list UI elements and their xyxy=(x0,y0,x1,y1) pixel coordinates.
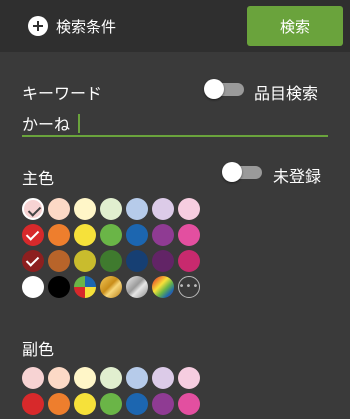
main-color-swatch[interactable] xyxy=(100,198,122,220)
search-button[interactable]: 検索 xyxy=(247,6,343,46)
main-color-swatch[interactable] xyxy=(178,224,200,246)
plus-icon xyxy=(28,16,48,36)
sub-color-swatch[interactable] xyxy=(152,367,174,389)
sub-color-swatch[interactable] xyxy=(126,367,148,389)
main-color-swatch[interactable] xyxy=(126,224,148,246)
sub-color-swatch[interactable] xyxy=(22,393,44,415)
sub-color-row xyxy=(22,393,200,415)
sub-color-swatch[interactable] xyxy=(48,393,70,415)
search-conditions-button[interactable]: 検索条件 xyxy=(28,14,116,38)
main-color-swatch[interactable] xyxy=(22,276,44,298)
main-color-swatch[interactable] xyxy=(152,198,174,220)
sub-color-swatch[interactable] xyxy=(22,367,44,389)
sub-color-label: 副色 xyxy=(22,340,55,359)
main-color-swatch[interactable] xyxy=(100,250,122,272)
sub-color-swatch[interactable] xyxy=(74,393,96,415)
main-color-swatch[interactable] xyxy=(48,276,70,298)
main-color-swatch-selected[interactable] xyxy=(22,224,44,246)
main-color-swatch-selected[interactable] xyxy=(22,250,44,272)
sub-color-swatch[interactable] xyxy=(100,393,122,415)
main-color-swatch[interactable] xyxy=(126,276,148,298)
main-color-swatch[interactable] xyxy=(48,250,70,272)
unregistered-label: 未登録 xyxy=(273,167,322,186)
main-color-swatch[interactable] xyxy=(74,198,96,220)
search-conditions-label: 検索条件 xyxy=(56,17,117,36)
item-search-label: 品目検索 xyxy=(254,84,319,103)
toggle-knob xyxy=(222,162,242,182)
sub-color-swatch[interactable] xyxy=(74,367,96,389)
sub-color-swatch[interactable] xyxy=(100,367,122,389)
more-colors-button[interactable]: ••• xyxy=(178,276,200,298)
main-color-swatch[interactable] xyxy=(178,198,200,220)
main-color-swatch[interactable] xyxy=(74,224,96,246)
main-color-swatch[interactable] xyxy=(48,224,70,246)
main-color-row: ••• xyxy=(22,276,200,298)
toggle-knob xyxy=(204,79,224,99)
main-color-swatch[interactable] xyxy=(178,250,200,272)
main-color-row xyxy=(22,250,200,272)
keyword-underline xyxy=(22,135,328,137)
main-color-swatch[interactable] xyxy=(100,276,122,298)
main-color-swatch-selected[interactable] xyxy=(22,198,44,220)
main-color-swatch[interactable] xyxy=(74,250,96,272)
sub-color-swatch[interactable] xyxy=(48,367,70,389)
main-color-swatch[interactable] xyxy=(126,250,148,272)
main-color-label: 主色 xyxy=(22,169,55,188)
text-caret xyxy=(78,114,80,133)
sub-color-swatch[interactable] xyxy=(126,393,148,415)
main-color-swatch[interactable] xyxy=(100,224,122,246)
main-color-swatch[interactable] xyxy=(152,276,174,298)
main-color-swatches: ••• xyxy=(22,198,200,302)
sub-color-row xyxy=(22,367,200,389)
top-bar: 検索条件 検索 xyxy=(0,0,350,52)
item-search-toggle[interactable] xyxy=(204,79,244,99)
sub-color-swatch[interactable] xyxy=(178,367,200,389)
main-color-swatch[interactable] xyxy=(126,198,148,220)
main-color-row xyxy=(22,198,200,220)
sub-color-swatch[interactable] xyxy=(152,393,174,415)
main-color-swatch[interactable] xyxy=(48,198,70,220)
main-color-swatch[interactable] xyxy=(74,276,96,298)
main-color-swatch[interactable] xyxy=(152,224,174,246)
sub-color-swatches xyxy=(22,367,200,419)
main-color-swatch[interactable] xyxy=(152,250,174,272)
unregistered-toggle[interactable] xyxy=(222,162,262,182)
keyword-label: キーワード xyxy=(22,84,103,103)
keyword-input[interactable] xyxy=(22,112,328,134)
main-color-row xyxy=(22,224,200,246)
sub-color-swatch[interactable] xyxy=(178,393,200,415)
